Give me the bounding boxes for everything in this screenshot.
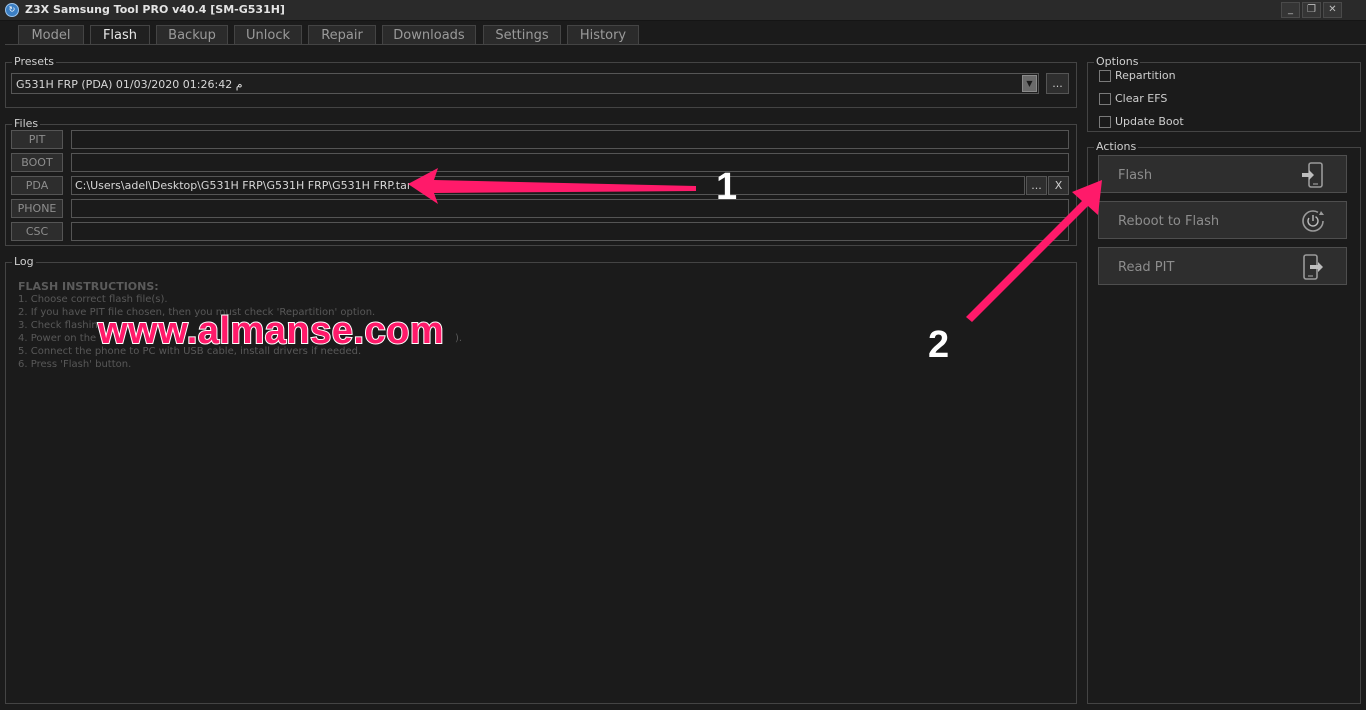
power-cycle-icon [1302, 210, 1324, 232]
tab-downloads[interactable]: Downloads [382, 25, 476, 45]
repartition-label: Repartition [1115, 69, 1176, 82]
tab-history[interactable]: History [567, 25, 639, 45]
annotation-marker-1: 1 [716, 166, 738, 208]
read-pit-label: Read PIT [1118, 260, 1175, 275]
tab-settings[interactable]: Settings [483, 25, 561, 45]
watermark: www.almanse.com [97, 309, 445, 353]
phone-arrow-out-icon [1303, 254, 1323, 280]
flash-button-label: Flash [1118, 168, 1153, 183]
pit-button[interactable]: PIT [11, 130, 63, 149]
repartition-checkbox[interactable] [1099, 70, 1111, 82]
log-line-text: 4. Power on the [18, 333, 97, 344]
tab-repair[interactable]: Repair [308, 25, 376, 45]
flash-button[interactable]: Flash [1098, 155, 1347, 193]
actions-label: Actions [1094, 140, 1139, 153]
pda-path-field[interactable]: C:\Users\adel\Desktop\G531H FRP\G531H FR… [71, 176, 1025, 195]
phone-arrow-in-icon [1302, 162, 1323, 188]
pda-button[interactable]: PDA [11, 176, 63, 195]
log-line: 6. Press 'Flash' button. [18, 359, 132, 370]
read-pit-button[interactable]: Read PIT [1098, 247, 1347, 285]
reboot-to-flash-button[interactable]: Reboot to Flash [1098, 201, 1347, 239]
files-label: Files [12, 117, 41, 130]
options-label: Options [1094, 55, 1141, 68]
phone-button[interactable]: PHONE [11, 199, 63, 218]
tab-flash[interactable]: Flash [90, 25, 150, 45]
pda-browse-button[interactable]: ... [1026, 176, 1047, 195]
update-boot-checkbox[interactable] [1099, 116, 1111, 128]
presets-label: Presets [12, 55, 57, 68]
clear-efs-label: Clear EFS [1115, 92, 1168, 105]
z3x-app-icon: ↻ [5, 3, 19, 17]
reboot-to-flash-label: Reboot to Flash [1118, 214, 1220, 229]
minimize-button[interactable]: _ [1281, 2, 1300, 18]
csc-button[interactable]: CSC [11, 222, 63, 241]
presets-browse-button[interactable]: ... [1046, 73, 1069, 94]
annotation-marker-2: 2 [928, 324, 950, 366]
log-line-tail: ). [455, 333, 463, 344]
clear-efs-checkbox[interactable] [1099, 93, 1111, 105]
phone-path-field[interactable] [71, 199, 1069, 218]
update-boot-label: Update Boot [1115, 115, 1184, 128]
csc-path-field[interactable] [71, 222, 1069, 241]
close-button[interactable]: ✕ [1323, 2, 1342, 18]
tab-unlock[interactable]: Unlock [234, 25, 302, 45]
title-bar: ↻ Z3X Samsung Tool PRO v40.4 [SM-G531H] … [0, 0, 1366, 21]
tab-backup[interactable]: Backup [156, 25, 228, 45]
tab-divider [5, 44, 1366, 45]
chevron-down-icon[interactable]: ▼ [1022, 75, 1037, 92]
pit-path-field[interactable] [71, 130, 1069, 149]
boot-button[interactable]: BOOT [11, 153, 63, 172]
restore-button[interactable]: ❐ [1302, 2, 1321, 18]
log-title: FLASH INSTRUCTIONS: [18, 280, 159, 293]
boot-path-field[interactable] [71, 153, 1069, 172]
window-title: Z3X Samsung Tool PRO v40.4 [SM-G531H] [25, 3, 285, 16]
presets-selected-value: G531H FRP (PDA) 01/03/2020 01:26:42 م [16, 78, 243, 91]
tab-model[interactable]: Model [18, 25, 84, 45]
log-line: 1. Choose correct flash file(s). [18, 294, 168, 305]
presets-dropdown[interactable]: G531H FRP (PDA) 01/03/2020 01:26:42 م ▼ [11, 73, 1039, 94]
pda-clear-button[interactable]: X [1048, 176, 1069, 195]
log-label: Log [12, 255, 36, 268]
